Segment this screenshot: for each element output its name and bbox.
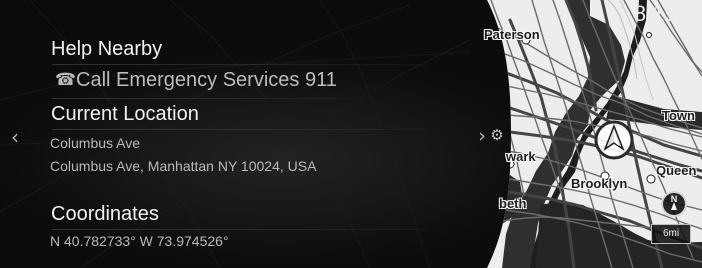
navigation-screen: Paterson Town wark Brooklyn Queen beth N… [0,0,702,268]
gear-icon[interactable]: ⚙ [489,127,505,143]
map-label-wark: wark [506,149,536,164]
clock-ampm: pm [678,12,694,24]
map-label-paterson: Paterson [484,27,540,42]
map-scale: 6mi [651,224,691,244]
current-location-line-1: Columbus Ave [50,135,141,151]
coordinates-value: N 40.782733° W 73.974526° [50,233,229,249]
current-location-line-2: Columbus Ave, Manhattan NY 10024, USA [50,158,317,174]
current-location-divider [52,129,426,130]
call-emergency-button[interactable]: ☎ Call Emergency Services 911 [55,69,360,97]
clock-time: 8:15 [633,1,677,26]
coordinates-title: Coordinates [51,203,159,225]
chevron-left-icon[interactable]: ‹ [7,126,23,148]
coordinates-divider [52,229,426,230]
compass-icon[interactable]: N [661,191,687,217]
help-nearby-title: Help Nearby [51,38,163,60]
map-label-brooklyn: Brooklyn [571,176,628,191]
call-emergency-label: Call Emergency Services 911 [76,69,337,91]
phone-icon: ☎ [55,70,77,90]
map-label-beth: beth [499,196,527,211]
current-position-icon [594,120,634,160]
compass-arrow-icon [671,202,677,210]
map-label-town: Town [662,108,695,123]
help-nearby-divider [52,64,426,65]
call-divider [52,98,358,99]
map-label-queen: Queen [656,163,697,178]
chevron-right-icon[interactable]: › [475,125,489,147]
clock: 8:15 pm [634,2,694,26]
current-location-title: Current Location [51,103,199,125]
